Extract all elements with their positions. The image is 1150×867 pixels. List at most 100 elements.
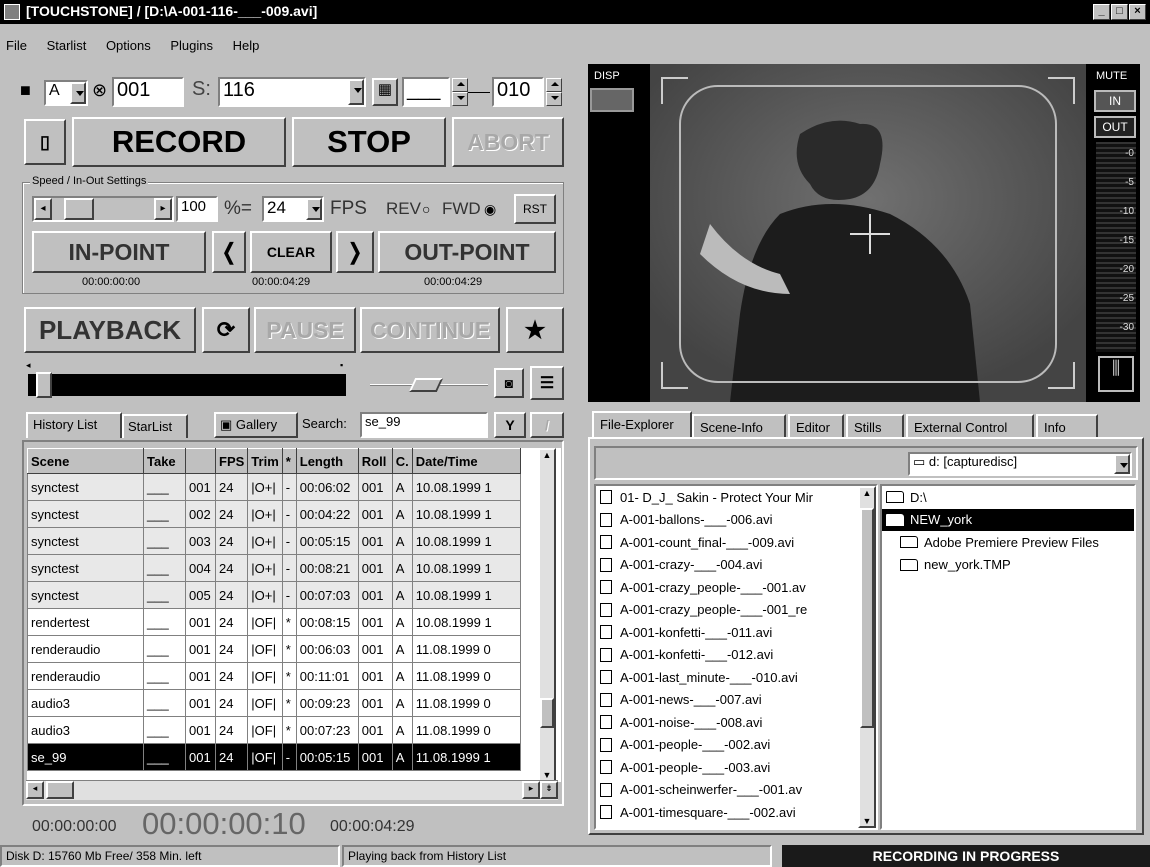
out-point-button[interactable]: OUT-POINT bbox=[378, 231, 556, 273]
scroll-up-icon[interactable]: ▲ bbox=[860, 488, 874, 498]
fps-select[interactable]: 24 bbox=[262, 196, 324, 222]
list-item[interactable]: A-001-people-___-003.avi bbox=[596, 756, 876, 779]
column-header[interactable]: * bbox=[281, 448, 297, 474]
hscroll-thumb[interactable] bbox=[46, 781, 74, 799]
menu-help[interactable]: Help bbox=[233, 38, 260, 53]
history-hscroll[interactable]: ◂ ▸ ⇟ bbox=[26, 780, 558, 800]
column-header[interactable]: Length bbox=[295, 448, 359, 474]
column-header[interactable]: Date/Time bbox=[411, 448, 521, 474]
chevron-down-icon[interactable] bbox=[1114, 454, 1130, 474]
table-row[interactable]: synctest ___ 003 24 |O+| -00:05:15 001 A 10.08.1… bbox=[27, 527, 521, 555]
tab-history-list[interactable]: History List bbox=[26, 412, 122, 438]
snapshot-camera-icon[interactable]: ◙ bbox=[494, 368, 524, 398]
fwd-radio[interactable]: ◉ bbox=[484, 201, 496, 218]
star-button[interactable]: ★ bbox=[506, 307, 564, 353]
in-monitor-button[interactable]: IN bbox=[1094, 90, 1136, 112]
tab-stills[interactable]: Stills bbox=[846, 414, 904, 439]
take-field[interactable]: ___ bbox=[402, 77, 450, 107]
tab-external-control[interactable]: External Control bbox=[906, 414, 1034, 439]
scroll-down-icon[interactable]: ▼ bbox=[860, 816, 874, 826]
position-track[interactable] bbox=[28, 372, 346, 398]
clear-button[interactable]: CLEAR bbox=[250, 231, 332, 273]
document-icon[interactable]: ▯ bbox=[24, 119, 66, 165]
file-scroll-thumb[interactable] bbox=[860, 508, 874, 728]
table-row[interactable]: rendertest ___ 001 24 |OF| * 00:08:15 001 A 10.08… bbox=[27, 608, 521, 636]
tab-editor[interactable]: Editor bbox=[788, 414, 844, 439]
app-icon[interactable] bbox=[4, 4, 20, 20]
table-row[interactable]: synctest ___ 002 24 |O+| -00:04:22 001 A 10.08.1… bbox=[27, 500, 521, 528]
playback-button[interactable]: PLAYBACK bbox=[24, 307, 196, 353]
file-vscroll[interactable]: ▲ ▼ bbox=[858, 486, 876, 828]
reset-button[interactable]: RST bbox=[514, 194, 556, 224]
scroll-right-icon[interactable]: ▸ bbox=[522, 781, 540, 799]
volume-thumb[interactable] bbox=[408, 378, 444, 392]
in-point-button[interactable]: IN-POINT bbox=[32, 231, 206, 273]
clapper-icon[interactable]: ▦ bbox=[372, 78, 398, 106]
list-item[interactable]: A-001-timesquare-___-002.avi bbox=[596, 801, 876, 824]
tab-starlist[interactable]: StarList bbox=[122, 414, 188, 438]
scroll-right-icon[interactable]: ▸ bbox=[154, 198, 172, 220]
record-button[interactable]: RECORD bbox=[72, 117, 286, 167]
folder-item[interactable]: D:\ bbox=[882, 486, 1134, 509]
table-row[interactable]: synctest ___ 001 24 |O+| -00:06:02 001 A 10.08.1… bbox=[27, 473, 521, 501]
scroll-end-icon[interactable]: ⇟ bbox=[540, 781, 558, 799]
scroll-down-icon[interactable]: ▼ bbox=[540, 770, 554, 780]
chevron-down-icon[interactable] bbox=[70, 82, 86, 104]
column-header[interactable]: Trim bbox=[247, 448, 283, 474]
column-header[interactable]: C. bbox=[391, 448, 413, 474]
folder-item[interactable]: NEW_york bbox=[882, 508, 1134, 531]
stop-button[interactable]: STOP bbox=[292, 117, 446, 167]
list-item[interactable]: A-001-last_minute-___-010.avi bbox=[596, 666, 876, 689]
folder-item[interactable]: Adobe Premiere Preview Files bbox=[882, 531, 1134, 554]
list-item[interactable]: A-001-konfetti-___-011.avi bbox=[596, 621, 876, 644]
menu-options[interactable]: Options bbox=[106, 38, 151, 53]
column-header[interactable] bbox=[185, 448, 216, 474]
tab-scene-info[interactable]: Scene-Info bbox=[692, 414, 786, 439]
minimize-button[interactable]: _ bbox=[1093, 4, 1110, 20]
column-header[interactable]: Take bbox=[143, 448, 186, 474]
table-row[interactable]: renderaudio ___ 001 24 |OF| * 00:11:01 001 A 11.0… bbox=[27, 662, 521, 690]
scroll-left-icon[interactable]: ◂ bbox=[26, 781, 44, 799]
disp-button[interactable] bbox=[590, 88, 634, 112]
scroll-up-icon[interactable]: ▲ bbox=[540, 450, 554, 460]
speed-slider[interactable]: ◂ ▸ bbox=[32, 196, 174, 222]
tab-file-explorer[interactable]: File-Explorer bbox=[592, 411, 692, 439]
table-row[interactable]: se_99 ___ 001 24 |OF| -00:05:15 001 A 11.08.1999… bbox=[27, 743, 521, 771]
tab-info[interactable]: Info bbox=[1036, 414, 1098, 439]
continue-button[interactable]: CONTINUE bbox=[360, 307, 500, 353]
position-thumb[interactable] bbox=[36, 372, 52, 398]
table-row[interactable]: synctest ___ 004 24 |O+| -00:08:21 001 A 10.08.1… bbox=[27, 554, 521, 582]
layout-icon[interactable]: ☰ bbox=[530, 366, 564, 400]
speed-thumb[interactable] bbox=[64, 198, 94, 220]
mixer-icon[interactable]: ⫼ bbox=[1098, 356, 1134, 392]
list-item[interactable]: 01- D_J_ Sakin - Protect Your Mir bbox=[596, 486, 876, 509]
take-number-field[interactable]: 010 bbox=[492, 77, 544, 107]
out-monitor-button[interactable]: OUT bbox=[1094, 116, 1136, 138]
close-button[interactable]: × bbox=[1129, 4, 1146, 20]
list-item[interactable]: A-001-ballons-___-006.avi bbox=[596, 509, 876, 532]
list-item[interactable]: A-001-count_final-___-009.avi bbox=[596, 531, 876, 554]
menu-file[interactable]: File bbox=[6, 38, 27, 53]
list-item[interactable]: A-001-crazy_people-___-001_re bbox=[596, 599, 876, 622]
list-item[interactable]: A-001-crazy_people-___-001.av bbox=[596, 576, 876, 599]
list-item[interactable]: A-001-people-___-002.avi bbox=[596, 734, 876, 757]
camera-select[interactable]: A bbox=[44, 80, 88, 106]
speed-percent-field[interactable]: 100 bbox=[176, 196, 218, 222]
table-row[interactable]: synctest ___ 005 24 |O+| -00:07:03 001 A 10.08.1… bbox=[27, 581, 521, 609]
chevron-down-icon[interactable] bbox=[348, 79, 364, 105]
maximize-button[interactable]: □ bbox=[1111, 4, 1128, 20]
chevron-down-icon[interactable] bbox=[306, 198, 322, 220]
scroll-thumb[interactable] bbox=[540, 698, 554, 728]
search-input[interactable]: se_99 bbox=[360, 412, 488, 438]
list-item[interactable]: A-001-noise-___-008.avi bbox=[596, 711, 876, 734]
table-row[interactable]: renderaudio ___ 001 24 |OF| * 00:06:03 001 A 11.0… bbox=[27, 635, 521, 663]
list-item[interactable]: A-001-news-___-007.avi bbox=[596, 689, 876, 712]
menu-starlist[interactable]: Starlist bbox=[47, 38, 87, 53]
table-row[interactable]: audio3 ___ 001 24 |OF| * 00:07:23 001 A 11.08.199… bbox=[27, 716, 521, 744]
table-row[interactable]: audio3 ___ 001 24 |OF| * 00:09:23 001 A 11.08.199… bbox=[27, 689, 521, 717]
list-item[interactable]: A-001-crazy-___-004.avi bbox=[596, 554, 876, 577]
prev-button[interactable]: ❬ bbox=[212, 231, 246, 273]
history-vscroll[interactable]: ▲ ▼ bbox=[538, 448, 556, 782]
reel-field[interactable]: 001 bbox=[112, 77, 184, 107]
scene-select[interactable]: 116 bbox=[218, 77, 366, 107]
